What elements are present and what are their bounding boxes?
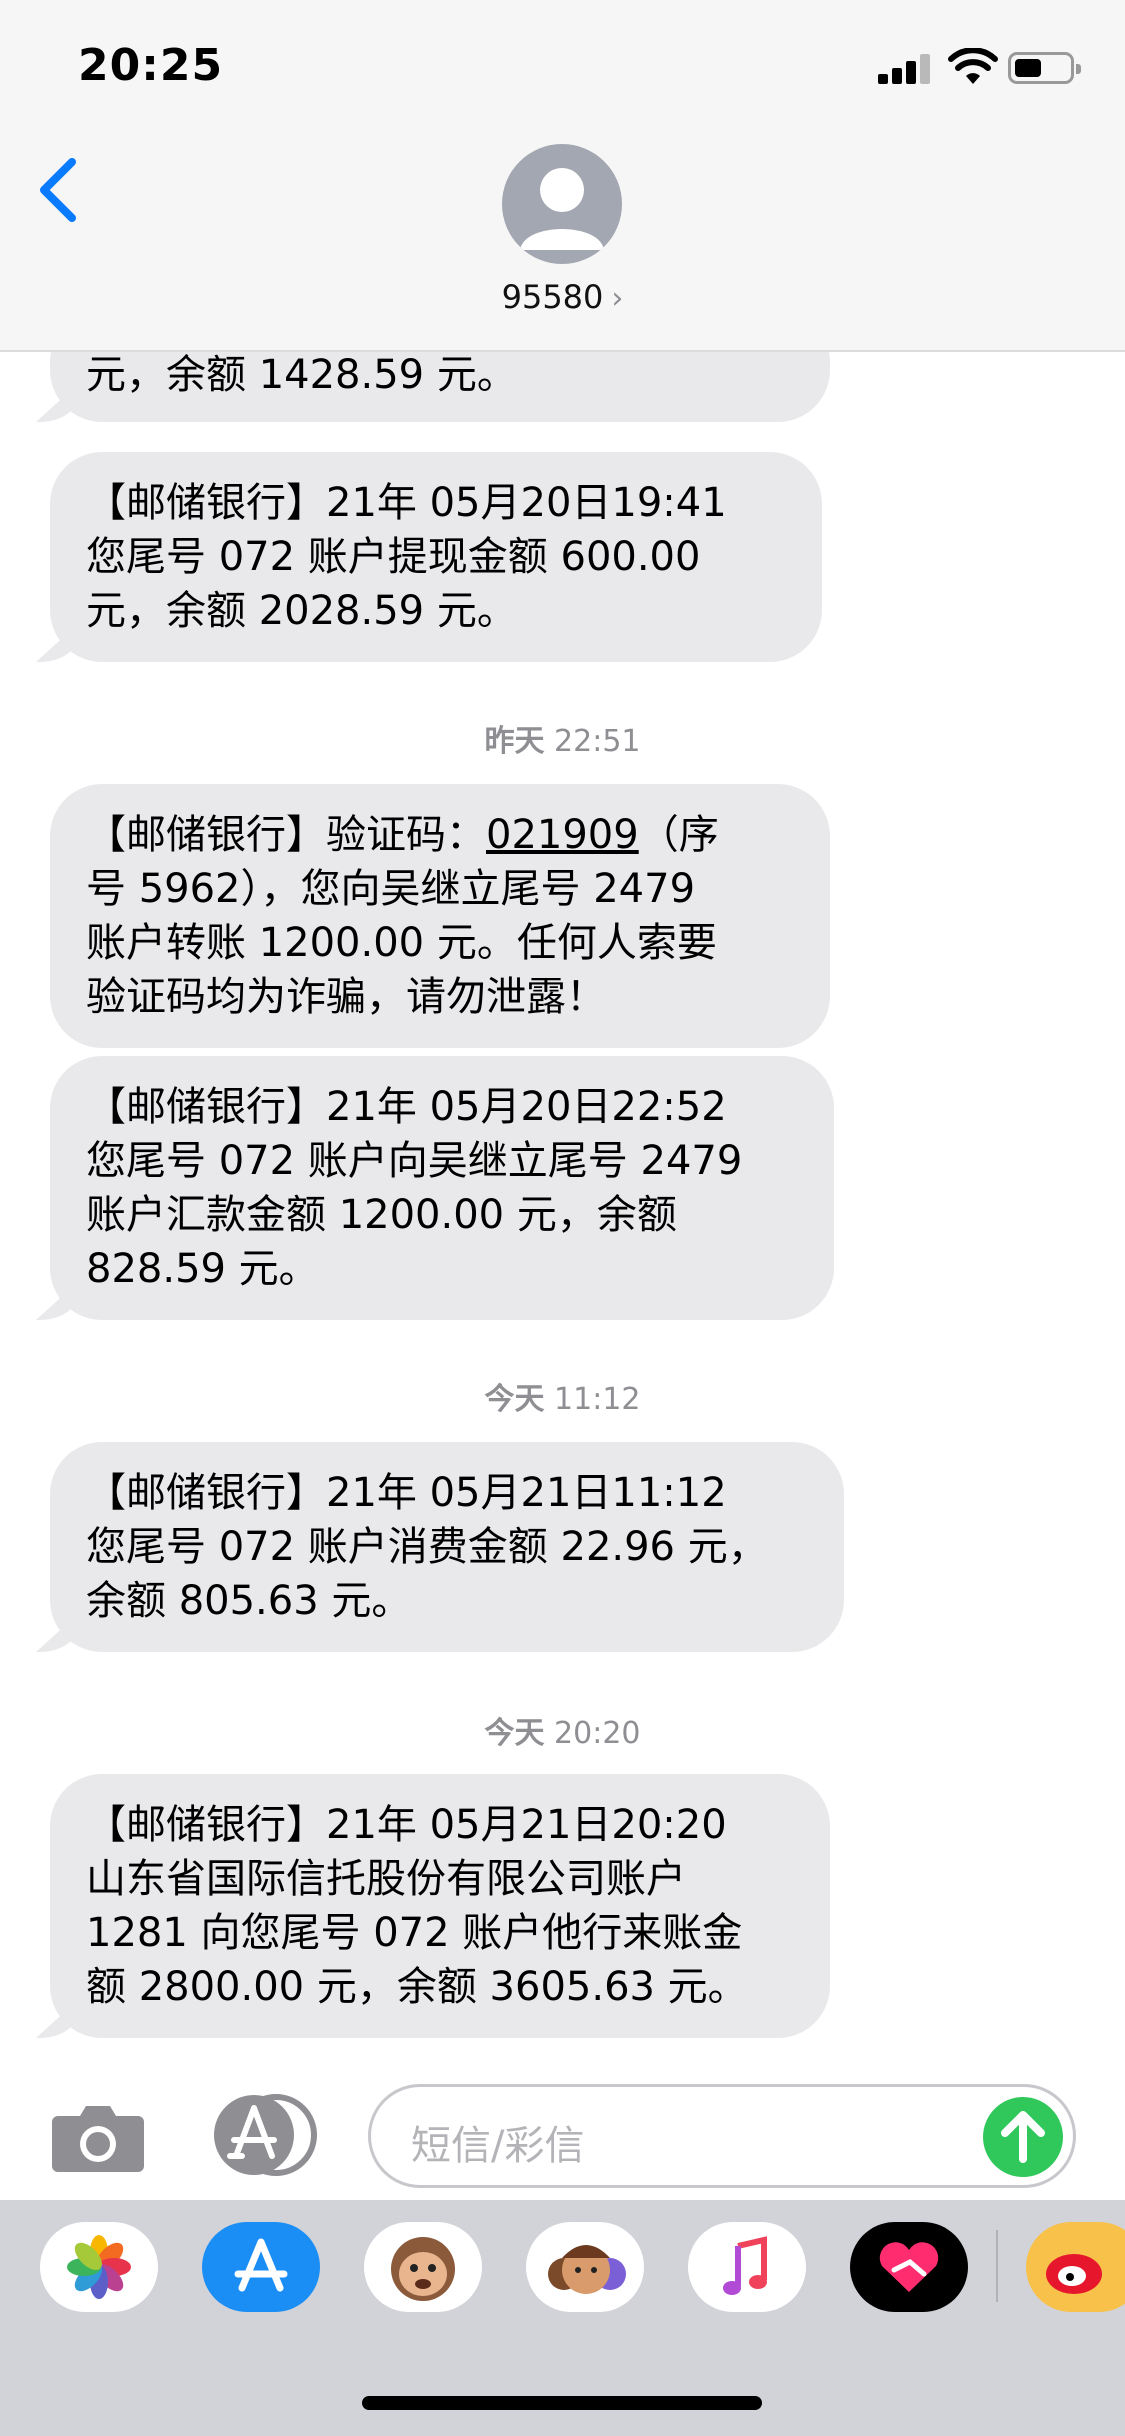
timestamp-day: 今天 xyxy=(484,1716,545,1751)
contact-avatar[interactable] xyxy=(502,144,622,264)
message-line: 1281 向您尾号 072 账户他行来账金 xyxy=(86,1910,743,1956)
message-line: 您尾号 072 账户向吴继立尾号 2479 xyxy=(86,1138,743,1184)
message-line: 元，余额 1428.59 元。 xyxy=(86,352,517,398)
timestamp-time: 22:51 xyxy=(554,724,641,759)
conversation-header: 20:25 95580 › xyxy=(0,0,1125,352)
wifi-icon xyxy=(948,48,998,84)
music-icon[interactable] xyxy=(688,2222,806,2312)
animoji-icon[interactable] xyxy=(364,2222,482,2312)
message-line: 【邮储银行】21年 05月21日20:20 xyxy=(86,1802,727,1848)
memoji-icon[interactable] xyxy=(526,2222,644,2312)
status-time: 20:25 xyxy=(78,40,224,91)
message-line: 余额 805.63 元。 xyxy=(86,1578,412,1624)
message-line: 山东省国际信托股份有限公司账户 xyxy=(86,1856,686,1902)
cellular-signal-icon xyxy=(878,52,934,84)
timestamp: 今天 11:12 xyxy=(0,1374,1125,1418)
message-line: 账户转账 1200.00 元。任何人索要 xyxy=(86,920,717,966)
photos-icon[interactable] xyxy=(40,2222,158,2312)
app-store-icon[interactable] xyxy=(202,2222,320,2312)
home-indicator[interactable] xyxy=(362,2396,762,2410)
timestamp: 昨天 22:51 xyxy=(0,716,1125,760)
message-line: 账户汇款金额 1200.00 元，余额 xyxy=(86,1192,677,1238)
message-line: 额 2800.00 元，余额 3605.63 元。 xyxy=(86,1964,748,2010)
message-line: 【邮储银行】验证码：021909（序 xyxy=(86,808,794,862)
timestamp-day: 今天 xyxy=(484,1382,545,1417)
message-bubble[interactable]: 【邮储银行】21年 05月20日19:41 您尾号 072 账户提现金额 600… xyxy=(50,452,822,662)
camera-icon[interactable] xyxy=(50,2098,146,2174)
chevron-right-icon: › xyxy=(611,281,624,316)
message-line: 828.59 元。 xyxy=(86,1246,319,1292)
send-button[interactable] xyxy=(983,2097,1063,2177)
message-input[interactable]: 短信/彩信 xyxy=(368,2084,1076,2188)
battery-icon xyxy=(1008,52,1081,84)
message-line: 【邮储银行】21年 05月20日22:52 xyxy=(86,1084,727,1130)
message-bubble[interactable]: 【邮储银行】21年 05月21日20:20 山东省国际信托股份有限公司账户 12… xyxy=(50,1774,830,2038)
message-input-placeholder: 短信/彩信 xyxy=(411,2123,585,2169)
arrow-up-icon xyxy=(1001,2111,1045,2163)
timestamp-day: 昨天 xyxy=(484,724,545,759)
verification-code-link[interactable]: 021909 xyxy=(486,812,639,858)
message-suffix: （序 xyxy=(638,812,719,858)
message-line: 号 5962），您向吴继立尾号 2479 xyxy=(86,866,696,912)
message-line: 您尾号 072 账户消费金额 22.96 元， xyxy=(86,1524,768,1570)
message-line: 【邮储银行】21年 05月20日19:41 xyxy=(86,480,727,526)
digital-touch-icon[interactable] xyxy=(850,2222,968,2312)
message-line: 您尾号 072 账户提现金额 600.00 xyxy=(86,534,701,580)
contact-name[interactable]: 95580 › xyxy=(0,278,1125,316)
contact-number: 95580 xyxy=(501,278,604,316)
message-bubble[interactable]: 【邮储银行】21年 05月21日11:12 您尾号 072 账户消费金额 22.… xyxy=(50,1442,844,1652)
app-store-button-icon[interactable] xyxy=(208,2094,318,2176)
timestamp-time: 11:12 xyxy=(554,1382,641,1417)
back-chevron-icon[interactable] xyxy=(30,150,90,230)
timestamp-time: 20:20 xyxy=(554,1716,641,1751)
message-line: 元，余额 2028.59 元。 xyxy=(86,588,517,634)
person-icon xyxy=(520,168,604,250)
message-line: 验证码均为诈骗，请勿泄露！ xyxy=(86,974,606,1020)
message-line: 【邮储银行】21年 05月21日11:12 xyxy=(86,1470,727,1516)
drawer-divider xyxy=(996,2230,998,2302)
timestamp: 今天 20:20 xyxy=(0,1708,1125,1752)
weibo-icon[interactable] xyxy=(1026,2222,1125,2312)
message-bubble[interactable]: 【邮储银行】21年 05月20日22:52 您尾号 072 账户向吴继立尾号 2… xyxy=(50,1056,834,1320)
message-prefix: 【邮储银行】验证码： xyxy=(86,812,486,858)
message-bubble[interactable]: 【邮储银行】验证码：021909（序 号 5962），您向吴继立尾号 2479 … xyxy=(50,784,830,1048)
